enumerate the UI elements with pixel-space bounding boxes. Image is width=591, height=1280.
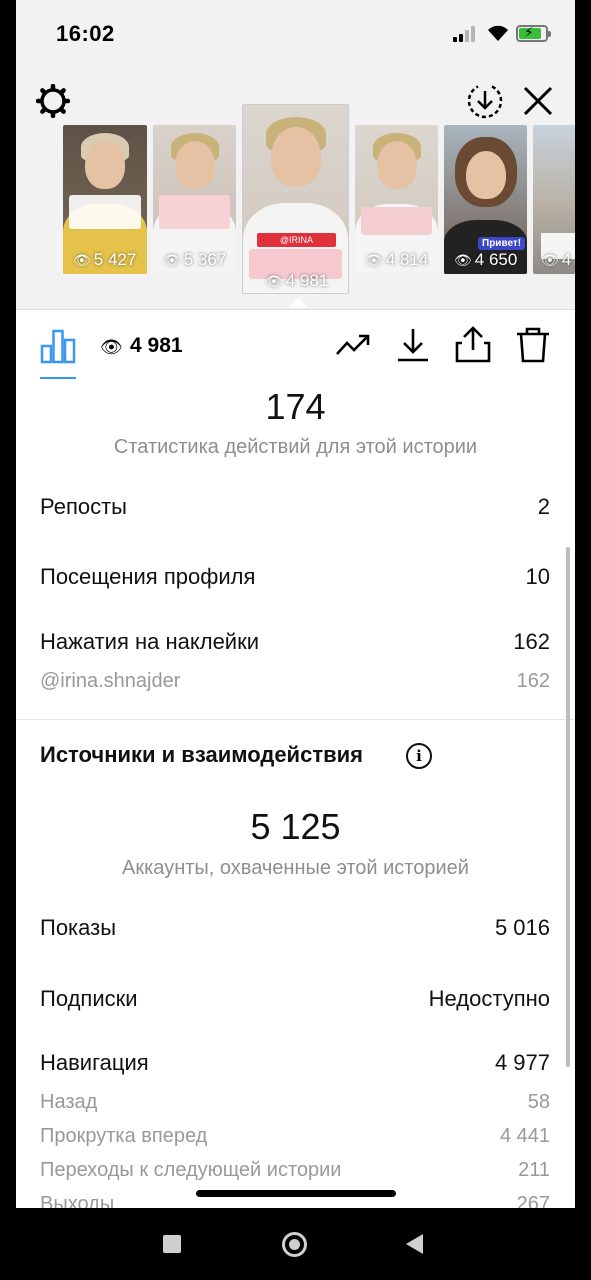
stat-label: Назад	[40, 1091, 98, 1113]
status-time: 16:02	[56, 21, 115, 46]
home-indicator[interactable]	[196, 1190, 396, 1197]
story-thumbnail[interactable]: 👁 4	[533, 125, 575, 274]
eye-icon: 👁	[163, 252, 181, 268]
stat-row-shares: Репосты 2	[40, 494, 550, 520]
insights-bar-chart-icon[interactable]	[40, 328, 76, 364]
stat-row-profile-visits: Посещения профиля 10	[40, 564, 550, 590]
stat-label: Прокрутка вперед	[40, 1125, 208, 1147]
stat-value: Недоступно	[428, 986, 550, 1011]
insights-content[interactable]: 174 Статистика действий для этой истории…	[16, 382, 575, 1208]
story-action-bar: 👁 4 981	[16, 310, 575, 382]
signal-icon	[453, 26, 479, 42]
status-bar: 16:02 ⚡	[16, 0, 575, 62]
stat-label: Подписки	[40, 986, 138, 1011]
story-view-count: 👁 5 427	[73, 250, 137, 269]
settings-gear-icon[interactable]	[36, 84, 70, 118]
story-sticker-label: @IRINA SHNAJDER	[257, 233, 336, 247]
story-view-count: 👁 4	[541, 250, 572, 269]
download-icon[interactable]	[394, 326, 432, 364]
stat-row-sticker-mention: @irina.shnajder 162	[40, 670, 550, 693]
stat-label: Переходы к следующей истории	[40, 1159, 342, 1181]
story-view-count: 👁 4 650	[454, 250, 518, 269]
eye-icon: 👁	[365, 252, 383, 268]
stat-label: Выходы	[40, 1193, 115, 1208]
stat-value: 162	[513, 629, 550, 654]
story-sticker-label: Привет!	[478, 237, 526, 250]
delete-trash-icon[interactable]	[514, 326, 552, 364]
info-icon[interactable]: i	[406, 743, 432, 769]
section-divider	[16, 719, 575, 720]
insights-tab-indicator	[40, 377, 76, 379]
eye-icon: 👁	[454, 252, 472, 268]
active-story-pointer	[288, 298, 308, 308]
stat-value: 4 441	[499, 1125, 550, 1147]
story-view-count: 👁 5 367	[163, 250, 227, 269]
battery-icon: ⚡	[516, 24, 551, 42]
share-icon[interactable]	[454, 326, 492, 364]
story-thumbnail[interactable]: 👁 5 427	[63, 125, 147, 274]
story-thumbnail[interactable]: 👁 4 814	[355, 125, 438, 274]
stat-value: 58	[527, 1091, 550, 1113]
promote-trending-icon[interactable]	[334, 326, 372, 364]
wifi-icon	[488, 25, 508, 41]
story-strip: 👁5 427 👁5 367 @IRINA SHNAJDER 👁4 981 �	[16, 62, 575, 310]
stat-label: Нажатия на наклейки	[40, 629, 260, 654]
stat-row-follows: Подписки Недоступно	[40, 986, 550, 1012]
story-view-count: 👁 4 814	[365, 250, 429, 269]
stat-value: 2	[537, 494, 550, 519]
story-thumbnail[interactable]: 👁 5 367	[153, 125, 236, 274]
stat-value: 4 977	[494, 1050, 550, 1075]
story-thumbnail-active[interactable]: @IRINA SHNAJDER 👁4 981	[242, 104, 349, 294]
phone-screen: 16:02 ⚡ 👁 5 427 👁 5 367 @IRINA 👁 4 981 👁…	[16, 0, 575, 1208]
eye-icon: 👁	[265, 273, 283, 289]
reach-total: 5 125	[250, 806, 341, 847]
recent-apps-icon[interactable]	[163, 1235, 181, 1253]
eye-icon: 👁	[541, 252, 559, 268]
stat-label: Репосты	[40, 494, 127, 519]
save-story-icon[interactable]	[466, 82, 504, 120]
eye-icon: 👁	[100, 337, 123, 357]
story-view-count: 4 981	[130, 334, 183, 357]
reach-caption: Аккаунты, охваченные этой историей	[122, 857, 469, 879]
stat-row-next-story: Переходы к следующей истории 211	[40, 1159, 550, 1182]
stat-value: 10	[525, 564, 550, 589]
stat-row-sticker-taps: Нажатия на наклейки 162	[40, 629, 550, 655]
stat-label: Показы	[40, 915, 117, 940]
eye-icon: 👁	[73, 252, 91, 268]
stat-label: @irina.shnajder	[40, 670, 181, 692]
stat-value: 211	[518, 1159, 550, 1181]
stat-row-back: Назад 58	[40, 1091, 550, 1114]
android-navigation-bar	[0, 1208, 591, 1280]
discovery-section-title: Источники и взаимодействия	[40, 742, 363, 767]
stat-row-navigation: Навигация 4 977	[40, 1050, 550, 1076]
story-view-count: 👁 4 981	[265, 271, 329, 290]
scrollbar[interactable]	[566, 547, 570, 1067]
stat-label: Посещения профиля	[40, 564, 256, 589]
stat-label: Навигация	[40, 1050, 149, 1075]
stat-value: 5 016	[494, 915, 550, 940]
stat-row-impressions: Показы 5 016	[40, 915, 550, 941]
home-icon[interactable]	[282, 1232, 307, 1257]
close-icon[interactable]	[521, 84, 555, 118]
interactions-caption: Статистика действий для этой истории	[113, 436, 478, 458]
stat-row-forward: Прокрутка вперед 4 441	[40, 1125, 550, 1148]
interactions-total: 174	[265, 386, 326, 427]
story-thumbnail[interactable]: Привет! 👁 4 650	[444, 125, 527, 274]
stat-value: 162	[516, 670, 550, 692]
back-icon[interactable]	[406, 1234, 423, 1254]
stat-value: 267	[516, 1193, 550, 1208]
